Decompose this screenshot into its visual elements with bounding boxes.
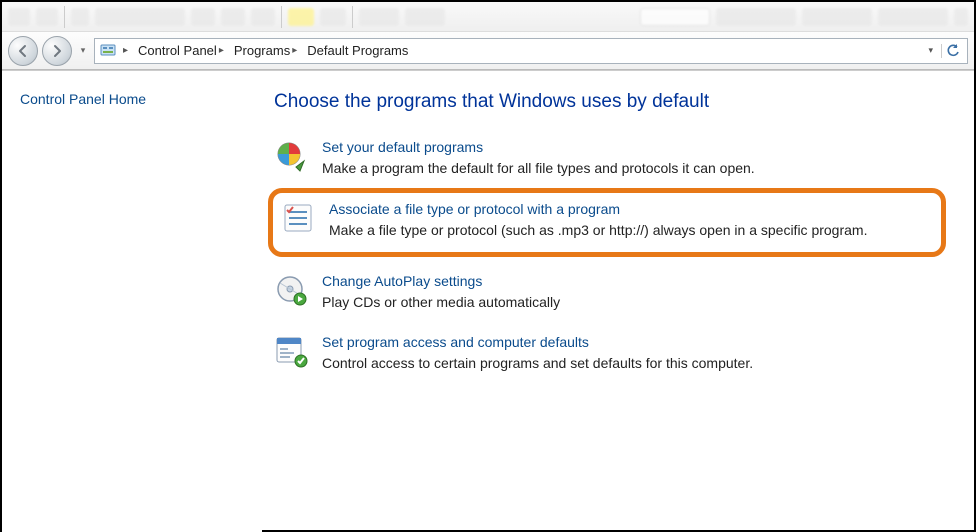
navigation-bar: ▾ ▸ Control Panel ▸ Programs ▸ Default P… (2, 32, 974, 70)
option-link[interactable]: Change AutoPlay settings (322, 273, 942, 289)
address-dropdown-icon[interactable]: ▾ (924, 45, 937, 56)
highlight-callout: Associate a file type or protocol with a… (268, 188, 946, 257)
option-associate-file-type: Associate a file type or protocol with a… (281, 201, 931, 240)
back-button[interactable] (8, 36, 38, 66)
breadcrumb-label: Control Panel (138, 43, 217, 58)
breadcrumb-default-programs[interactable]: Default Programs (303, 39, 412, 63)
option-program-access-defaults: Set program access and computer defaults… (266, 326, 950, 387)
program-access-icon (274, 334, 308, 368)
address-bar[interactable]: ▸ Control Panel ▸ Programs ▸ Default Pro… (94, 38, 968, 64)
ribbon-toolbar (2, 2, 974, 32)
control-panel-home-link[interactable]: Control Panel Home (20, 91, 146, 107)
autoplay-icon (274, 273, 308, 307)
option-link[interactable]: Set your default programs (322, 139, 942, 155)
option-desc: Make a file type or protocol (such as .m… (329, 221, 931, 240)
refresh-button[interactable] (941, 44, 963, 58)
option-link[interactable]: Set program access and computer defaults (322, 334, 942, 350)
default-programs-icon (274, 139, 308, 173)
breadcrumb-label: Programs (234, 43, 290, 58)
option-desc: Control access to certain programs and s… (322, 354, 942, 373)
option-desc: Make a program the default for all file … (322, 159, 942, 178)
breadcrumb-programs[interactable]: Programs ▸ (230, 39, 301, 63)
chevron-right-icon: ▸ (292, 45, 297, 56)
breadcrumb-control-panel[interactable]: Control Panel ▸ (134, 39, 228, 63)
breadcrumb-label: Default Programs (307, 43, 408, 58)
chevron-right-icon: ▸ (219, 45, 224, 56)
associate-icon (281, 201, 315, 235)
forward-button[interactable] (42, 36, 72, 66)
sidebar: Control Panel Home (2, 71, 262, 532)
option-autoplay-settings: Change AutoPlay settings Play CDs or oth… (266, 265, 950, 326)
control-panel-icon (99, 42, 117, 60)
option-set-default-programs: Set your default programs Make a program… (266, 131, 950, 192)
option-link[interactable]: Associate a file type or protocol with a… (329, 201, 931, 217)
breadcrumb-root-chevron[interactable]: ▸ (119, 39, 132, 63)
main-content: Choose the programs that Windows uses by… (262, 71, 974, 532)
nav-history-dropdown[interactable]: ▾ (76, 37, 90, 65)
page-heading: Choose the programs that Windows uses by… (266, 91, 950, 113)
option-desc: Play CDs or other media automatically (322, 293, 942, 312)
